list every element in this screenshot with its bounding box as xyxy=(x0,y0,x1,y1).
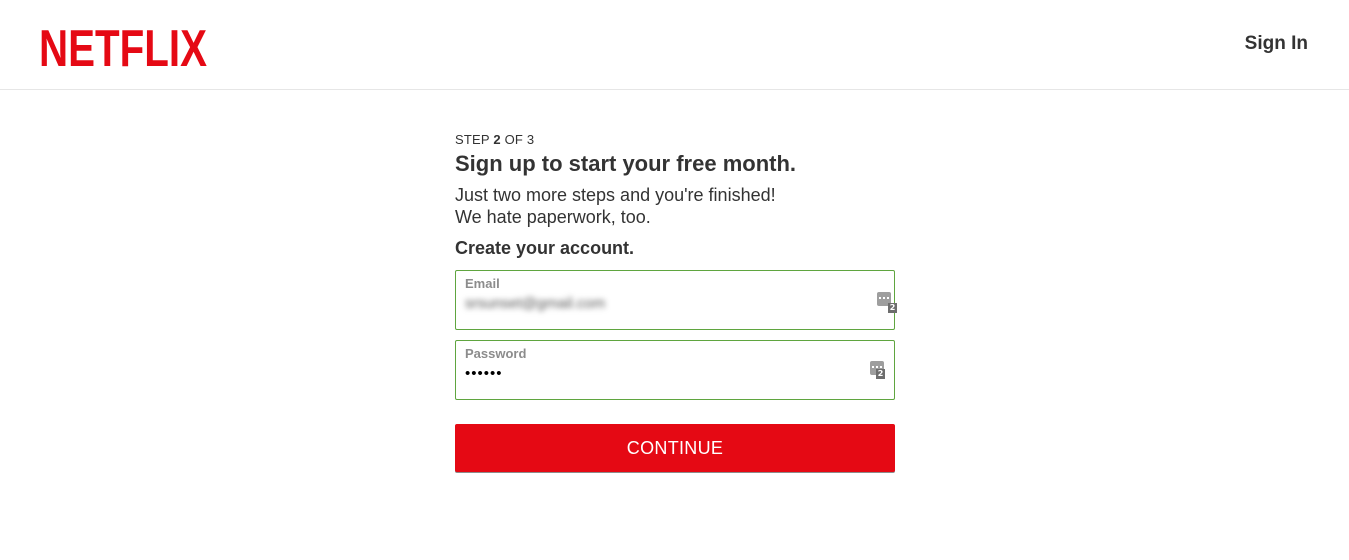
sign-in-link[interactable]: Sign In xyxy=(1245,33,1308,55)
password-manager-count-badge: 2 xyxy=(876,369,885,379)
svg-text:NETFLIX: NETFLIX xyxy=(39,20,207,70)
step-indicator: STEP 2 OF 3 xyxy=(455,131,895,149)
email-input[interactable]: srsunset@gmail.com xyxy=(465,295,855,319)
password-manager-count-badge: 2 xyxy=(888,303,897,313)
email-label: Email xyxy=(465,276,500,291)
password-input[interactable]: •••••• xyxy=(465,365,855,389)
subtext: Just two more steps and you're finished!… xyxy=(455,184,895,228)
page-title: Sign up to start your free month. xyxy=(455,151,797,176)
create-account-heading: Create your account. xyxy=(455,238,635,258)
subtext-line-1: Just two more steps and you're finished! xyxy=(455,185,776,205)
header: NETFLIX Sign In xyxy=(0,0,1349,90)
subtext-line-2: We hate paperwork, too. xyxy=(455,207,651,227)
step-suffix: OF 3 xyxy=(500,132,535,147)
password-field[interactable]: Password •••••• 2 xyxy=(455,340,895,400)
continue-button[interactable]: CONTINUE xyxy=(455,424,895,472)
step-current: 2 xyxy=(493,132,501,147)
email-field[interactable]: Email srsunset@gmail.com 2 xyxy=(455,270,897,330)
step-prefix: STEP xyxy=(455,132,494,147)
netflix-logo[interactable]: NETFLIX xyxy=(39,20,209,70)
password-label: Password xyxy=(465,346,527,361)
signup-form: STEP 2 OF 3 Sign up to start your free m… xyxy=(455,131,897,472)
